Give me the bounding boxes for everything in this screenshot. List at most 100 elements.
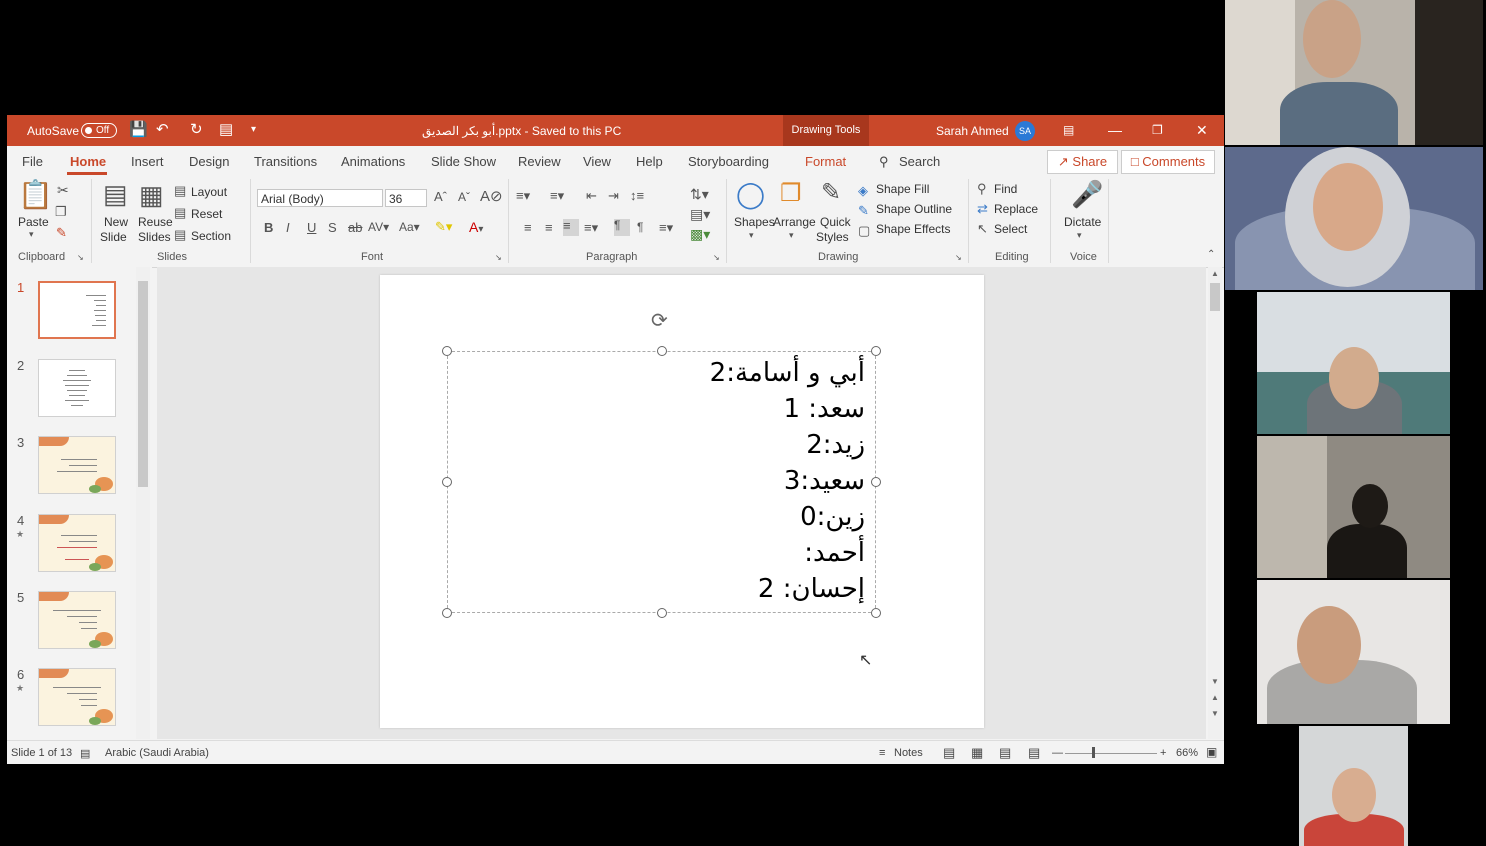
- drawing-launcher-icon[interactable]: ↘: [955, 254, 962, 262]
- zoom-level[interactable]: 66%: [1176, 747, 1198, 759]
- reuse-slides-icon[interactable]: ▦: [139, 182, 164, 208]
- ltr-icon[interactable]: ¶: [637, 221, 643, 233]
- highlight-icon[interactable]: ✎▾: [435, 220, 452, 233]
- bold-icon[interactable]: B: [264, 221, 273, 234]
- slide-text-line[interactable]: سعيد:3: [784, 466, 865, 496]
- find-button[interactable]: Find: [994, 182, 1017, 196]
- slide-thumbnail-6[interactable]: [38, 668, 116, 726]
- smartart-icon[interactable]: ▩▾: [690, 227, 710, 241]
- notes-icon[interactable]: ≡: [879, 747, 885, 759]
- editor-scrollbar[interactable]: ▲ ▼ ▲ ▼: [1208, 267, 1222, 739]
- slide-thumbnail-4[interactable]: [38, 514, 116, 572]
- font-size-combo[interactable]: 36: [385, 189, 427, 207]
- select-button[interactable]: Select: [994, 222, 1027, 236]
- underline-icon[interactable]: U: [307, 221, 316, 234]
- resize-handle[interactable]: [442, 346, 452, 356]
- slide-text-line[interactable]: زين:0: [800, 502, 865, 532]
- shadow-icon[interactable]: S: [328, 221, 337, 234]
- tab-view[interactable]: View: [583, 154, 611, 169]
- text-box[interactable]: أبي و أسامة:2 سعد: 1 زيد:2 سعيد:3 زين:0 …: [447, 351, 876, 613]
- dictate-button[interactable]: Dictate: [1064, 215, 1101, 229]
- decrease-indent-icon[interactable]: ⇤: [586, 189, 597, 202]
- shape-outline-icon[interactable]: ✎: [858, 204, 869, 217]
- tab-storyboarding[interactable]: Storyboarding: [688, 154, 769, 169]
- tab-design[interactable]: Design: [189, 154, 229, 169]
- tab-file[interactable]: File: [22, 154, 43, 169]
- fit-slide-icon[interactable]: ▣: [1206, 745, 1217, 759]
- resize-handle[interactable]: [657, 608, 667, 618]
- slide-text-line[interactable]: زيد:2: [806, 430, 865, 460]
- paragraph-launcher-icon[interactable]: ↘: [713, 254, 720, 262]
- find-icon[interactable]: ⚲: [977, 182, 987, 195]
- present-icon[interactable]: ▤: [219, 121, 233, 139]
- reset-icon[interactable]: ▤: [174, 206, 186, 219]
- customize-qat-icon[interactable]: ▾: [251, 121, 256, 139]
- new-slide-icon[interactable]: ▤: [103, 181, 128, 207]
- reset-button[interactable]: Reset: [191, 207, 222, 221]
- character-spacing-icon[interactable]: AV▾: [368, 221, 389, 233]
- resize-handle[interactable]: [871, 608, 881, 618]
- reuse-slides-label-1[interactable]: Reuse: [138, 215, 173, 229]
- resize-handle[interactable]: [871, 477, 881, 487]
- columns-icon[interactable]: ≡▾: [659, 221, 673, 234]
- thumbnails-scrollbar[interactable]: [136, 267, 150, 739]
- arrange-button[interactable]: Arrange: [773, 215, 816, 229]
- new-slide-label-2[interactable]: Slide: [100, 230, 127, 244]
- tab-transitions[interactable]: Transitions: [254, 154, 317, 169]
- align-center-icon[interactable]: ≡: [545, 221, 553, 234]
- numbering-icon[interactable]: ≡▾: [550, 189, 564, 202]
- autosave-toggle[interactable]: Off: [81, 123, 117, 138]
- spell-check-icon[interactable]: ▤: [80, 747, 90, 760]
- shapes-button[interactable]: Shapes: [734, 215, 775, 229]
- section-button[interactable]: Section: [191, 229, 231, 243]
- undo-icon[interactable]: ↶: [156, 121, 169, 139]
- font-name-combo[interactable]: Arial (Body): [257, 189, 383, 207]
- shapes-icon[interactable]: ◯: [736, 181, 765, 207]
- new-slide-label-1[interactable]: New: [104, 215, 128, 229]
- cut-icon[interactable]: ✂: [57, 183, 69, 197]
- shape-fill-icon[interactable]: ◈: [858, 184, 868, 197]
- language-indicator[interactable]: Arabic (Saudi Arabia): [105, 747, 209, 759]
- font-launcher-icon[interactable]: ↘: [495, 254, 502, 262]
- search-icon[interactable]: ⚲: [879, 154, 889, 170]
- increase-font-icon[interactable]: Aˆ: [434, 190, 447, 203]
- slide-sorter-icon[interactable]: ▦: [971, 745, 983, 761]
- restore-icon[interactable]: ❐: [1152, 120, 1163, 140]
- slide-canvas[interactable]: ⟳ أبي و أسامة:2 سعد: 1 زيد:2 سعيد:3 زين:…: [380, 275, 984, 728]
- format-painter-icon[interactable]: ✎: [56, 226, 67, 239]
- slide-text-line[interactable]: سعد: 1: [783, 394, 865, 424]
- comments-button[interactable]: □ Comments: [1121, 150, 1215, 174]
- zoom-out-icon[interactable]: —: [1052, 747, 1063, 759]
- avatar[interactable]: SA: [1015, 121, 1035, 141]
- minimize-icon[interactable]: —: [1108, 120, 1122, 140]
- arrange-dropdown-icon[interactable]: ▾: [789, 231, 794, 240]
- close-icon[interactable]: ✕: [1196, 120, 1208, 140]
- shape-outline-button[interactable]: Shape Outline: [876, 202, 952, 216]
- slide-thumbnail-5[interactable]: [38, 591, 116, 649]
- select-icon[interactable]: ↖: [977, 222, 988, 235]
- slideshow-view-icon[interactable]: ▤: [1028, 745, 1040, 761]
- quick-styles-icon[interactable]: ✎: [821, 181, 841, 205]
- notes-button[interactable]: Notes: [894, 747, 923, 759]
- microphone-icon[interactable]: 🎤: [1071, 181, 1103, 207]
- zoom-in-icon[interactable]: +: [1160, 747, 1166, 759]
- shape-effects-button[interactable]: Shape Effects: [876, 222, 951, 236]
- tab-animations[interactable]: Animations: [341, 154, 405, 169]
- tab-format[interactable]: Format: [805, 154, 846, 169]
- replace-icon[interactable]: ⇄: [977, 202, 988, 215]
- text-direction-icon[interactable]: ⇅▾: [690, 187, 709, 201]
- reuse-slides-label-2[interactable]: Slides: [138, 230, 171, 244]
- user-name[interactable]: Sarah Ahmed: [936, 124, 1009, 138]
- font-color-icon[interactable]: A▾: [469, 220, 483, 235]
- shape-fill-button[interactable]: Shape Fill: [876, 182, 929, 196]
- share-button[interactable]: ↗ Share: [1047, 150, 1118, 174]
- tab-home[interactable]: Home: [70, 154, 106, 169]
- resize-handle[interactable]: [442, 608, 452, 618]
- align-text-icon[interactable]: ▤▾: [690, 207, 710, 221]
- resize-handle[interactable]: [871, 346, 881, 356]
- justify-icon[interactable]: ≡▾: [584, 221, 598, 234]
- paste-dropdown-icon[interactable]: ▾: [29, 230, 34, 239]
- save-icon[interactable]: 💾: [129, 121, 148, 139]
- align-left-icon[interactable]: ≡: [524, 221, 532, 234]
- rtl-icon[interactable]: ¶: [614, 219, 630, 236]
